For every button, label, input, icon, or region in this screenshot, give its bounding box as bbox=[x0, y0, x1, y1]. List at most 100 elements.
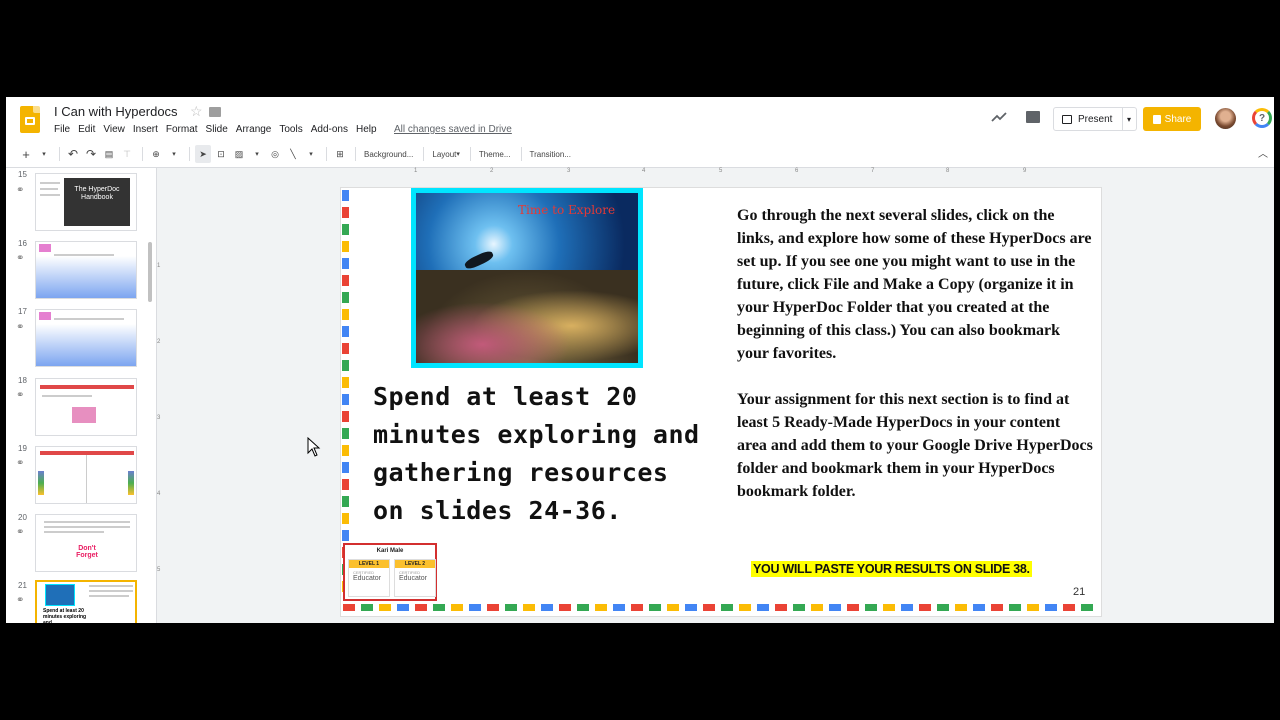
line-chevron-down-icon[interactable]: ▾ bbox=[303, 145, 319, 163]
add-comment-icon[interactable]: ⊞ bbox=[332, 145, 348, 163]
present-dropdown-chevron-icon[interactable]: ▾ bbox=[1122, 107, 1137, 131]
border-dot bbox=[505, 604, 517, 611]
layout-chevron-down-icon: ▾ bbox=[456, 151, 460, 158]
slide-thumbnail-21[interactable]: Spend at least 20 minutes exploring and bbox=[35, 580, 137, 623]
menu-file[interactable]: File bbox=[54, 124, 70, 135]
menu-arrange[interactable]: Arrange bbox=[236, 124, 272, 135]
certified-educator-badge[interactable]: Kari Male LEVEL 1 CERTIFIED Educator LEV… bbox=[343, 543, 437, 601]
coral-reef-photo[interactable]: Time to Explore bbox=[411, 188, 643, 368]
save-status[interactable]: All changes saved in Drive bbox=[394, 124, 512, 135]
border-dot bbox=[883, 604, 895, 611]
toolbar: + ▾ ↶ ↷ ▤ ⊤ ⊕ ▾ ➤ ⊡ ▨ ▾ ◎ ╲ ▾ ⊞ Backgrou… bbox=[18, 143, 1268, 165]
filmstrip[interactable]: 15 ⚭ The HyperDoc Handbook 16 ⚭ 17 ⚭ 18 … bbox=[6, 168, 156, 623]
shape-icon[interactable]: ◎ bbox=[267, 145, 283, 163]
link-icon: ⚭ bbox=[16, 458, 25, 469]
ruler-tick: 4 bbox=[642, 168, 646, 174]
image-chevron-down-icon[interactable]: ▾ bbox=[249, 145, 265, 163]
document-title[interactable]: I Can with Hyperdocs bbox=[54, 104, 178, 119]
level-2-badge: LEVEL 2 CERTIFIED Educator bbox=[394, 559, 436, 597]
redo-icon[interactable]: ↷ bbox=[83, 145, 99, 163]
instructions-textbox[interactable]: Go through the next several slides, clic… bbox=[737, 204, 1093, 526]
layout-button[interactable]: Layout ▾ bbox=[429, 145, 463, 163]
mouse-cursor-icon bbox=[307, 437, 321, 457]
select-cursor-icon[interactable]: ➤ bbox=[195, 145, 211, 163]
thumb-number: 19 bbox=[18, 444, 27, 453]
menu-insert[interactable]: Insert bbox=[133, 124, 158, 135]
toolbar-divider bbox=[326, 147, 327, 161]
border-dot bbox=[342, 207, 349, 218]
slides-logo[interactable] bbox=[20, 106, 40, 133]
present-button[interactable]: Present bbox=[1053, 107, 1123, 131]
slide-thumbnail-15[interactable]: The HyperDoc Handbook bbox=[35, 173, 137, 231]
horizontal-color-border bbox=[343, 604, 1101, 611]
menu-edit[interactable]: Edit bbox=[78, 124, 95, 135]
image-icon[interactable]: ▨ bbox=[231, 145, 247, 163]
avatar[interactable] bbox=[1215, 108, 1236, 129]
activity-trend-icon[interactable] bbox=[991, 111, 1007, 123]
thumb-title: The HyperDoc Handbook bbox=[64, 178, 130, 226]
collapse-toolbar-chevron-up-icon[interactable]: ︿ bbox=[1258, 145, 1268, 160]
ruler-tick: 1 bbox=[414, 168, 418, 174]
border-dot bbox=[1027, 604, 1039, 611]
paint-format-icon[interactable]: ⊤ bbox=[119, 145, 135, 163]
help-icon[interactable]: ? bbox=[1252, 108, 1272, 128]
zoom-icon[interactable]: ⊕ bbox=[148, 145, 164, 163]
comment-icon[interactable] bbox=[1026, 111, 1040, 123]
slide-thumbnail-18[interactable] bbox=[35, 378, 137, 436]
border-dot bbox=[342, 513, 349, 524]
slide-thumbnail-17[interactable] bbox=[35, 309, 137, 367]
reef-graphic bbox=[416, 269, 638, 363]
background-button[interactable]: Background... bbox=[361, 145, 416, 163]
thumb-number: 21 bbox=[18, 581, 27, 590]
border-dot bbox=[847, 604, 859, 611]
link-icon: ⚭ bbox=[16, 390, 25, 401]
menu-help[interactable]: Help bbox=[356, 124, 377, 135]
text-box-icon[interactable]: ⊡ bbox=[213, 145, 229, 163]
folder-icon[interactable] bbox=[209, 107, 221, 117]
slide-thumbnail-16[interactable] bbox=[35, 241, 137, 299]
undo-icon[interactable]: ↶ bbox=[65, 145, 81, 163]
border-dot bbox=[342, 462, 349, 473]
print-icon[interactable]: ▤ bbox=[101, 145, 117, 163]
layout-label: Layout bbox=[432, 149, 457, 159]
border-dot bbox=[342, 326, 349, 337]
new-slide-plus-icon[interactable]: + bbox=[18, 145, 34, 163]
star-icon[interactable]: ☆ bbox=[190, 103, 203, 120]
ruler-tick: 5 bbox=[157, 567, 161, 573]
toolbar-divider bbox=[520, 147, 522, 161]
menu-tools[interactable]: Tools bbox=[279, 124, 302, 135]
zoom-chevron-down-icon[interactable]: ▾ bbox=[166, 145, 182, 163]
border-dot bbox=[541, 604, 553, 611]
toolbar-divider bbox=[142, 147, 143, 161]
theme-button[interactable]: Theme... bbox=[476, 145, 514, 163]
menu-addons[interactable]: Add-ons bbox=[311, 124, 348, 135]
new-slide-chevron-down-icon[interactable]: ▾ bbox=[36, 145, 52, 163]
border-dot bbox=[775, 604, 787, 611]
border-dot bbox=[649, 604, 661, 611]
toolbar-divider bbox=[469, 147, 471, 161]
menu-format[interactable]: Format bbox=[166, 124, 198, 135]
border-dot bbox=[1081, 604, 1093, 611]
slide-thumbnail-19[interactable] bbox=[35, 446, 137, 504]
line-icon[interactable]: ╲ bbox=[285, 145, 301, 163]
transition-button[interactable]: Transition... bbox=[527, 145, 575, 163]
lock-icon bbox=[1152, 114, 1161, 124]
toolbar-divider bbox=[423, 147, 425, 161]
border-dot bbox=[342, 275, 349, 286]
filmstrip-scrollbar[interactable] bbox=[148, 242, 152, 302]
main-instruction-text[interactable]: Spend at least 20 minutes exploring and … bbox=[373, 378, 713, 530]
slide-21[interactable]: Time to Explore Spend at least 20 minute… bbox=[340, 187, 1102, 617]
present-label: Present bbox=[1078, 113, 1113, 125]
border-dot bbox=[991, 604, 1003, 611]
border-dot bbox=[342, 241, 349, 252]
menu-slide[interactable]: Slide bbox=[206, 124, 228, 135]
present-icon bbox=[1062, 114, 1072, 124]
share-button[interactable]: Share bbox=[1143, 107, 1201, 131]
border-dot bbox=[343, 604, 355, 611]
slide-thumbnail-20[interactable]: Don't Forget bbox=[35, 514, 137, 572]
paste-results-note[interactable]: YOU WILL PASTE YOUR RESULTS ON SLIDE 38. bbox=[751, 561, 1032, 577]
link-icon: ⚭ bbox=[16, 253, 25, 264]
link-icon: ⚭ bbox=[16, 595, 25, 606]
ruler-tick: 7 bbox=[871, 168, 875, 174]
menu-view[interactable]: View bbox=[103, 124, 125, 135]
